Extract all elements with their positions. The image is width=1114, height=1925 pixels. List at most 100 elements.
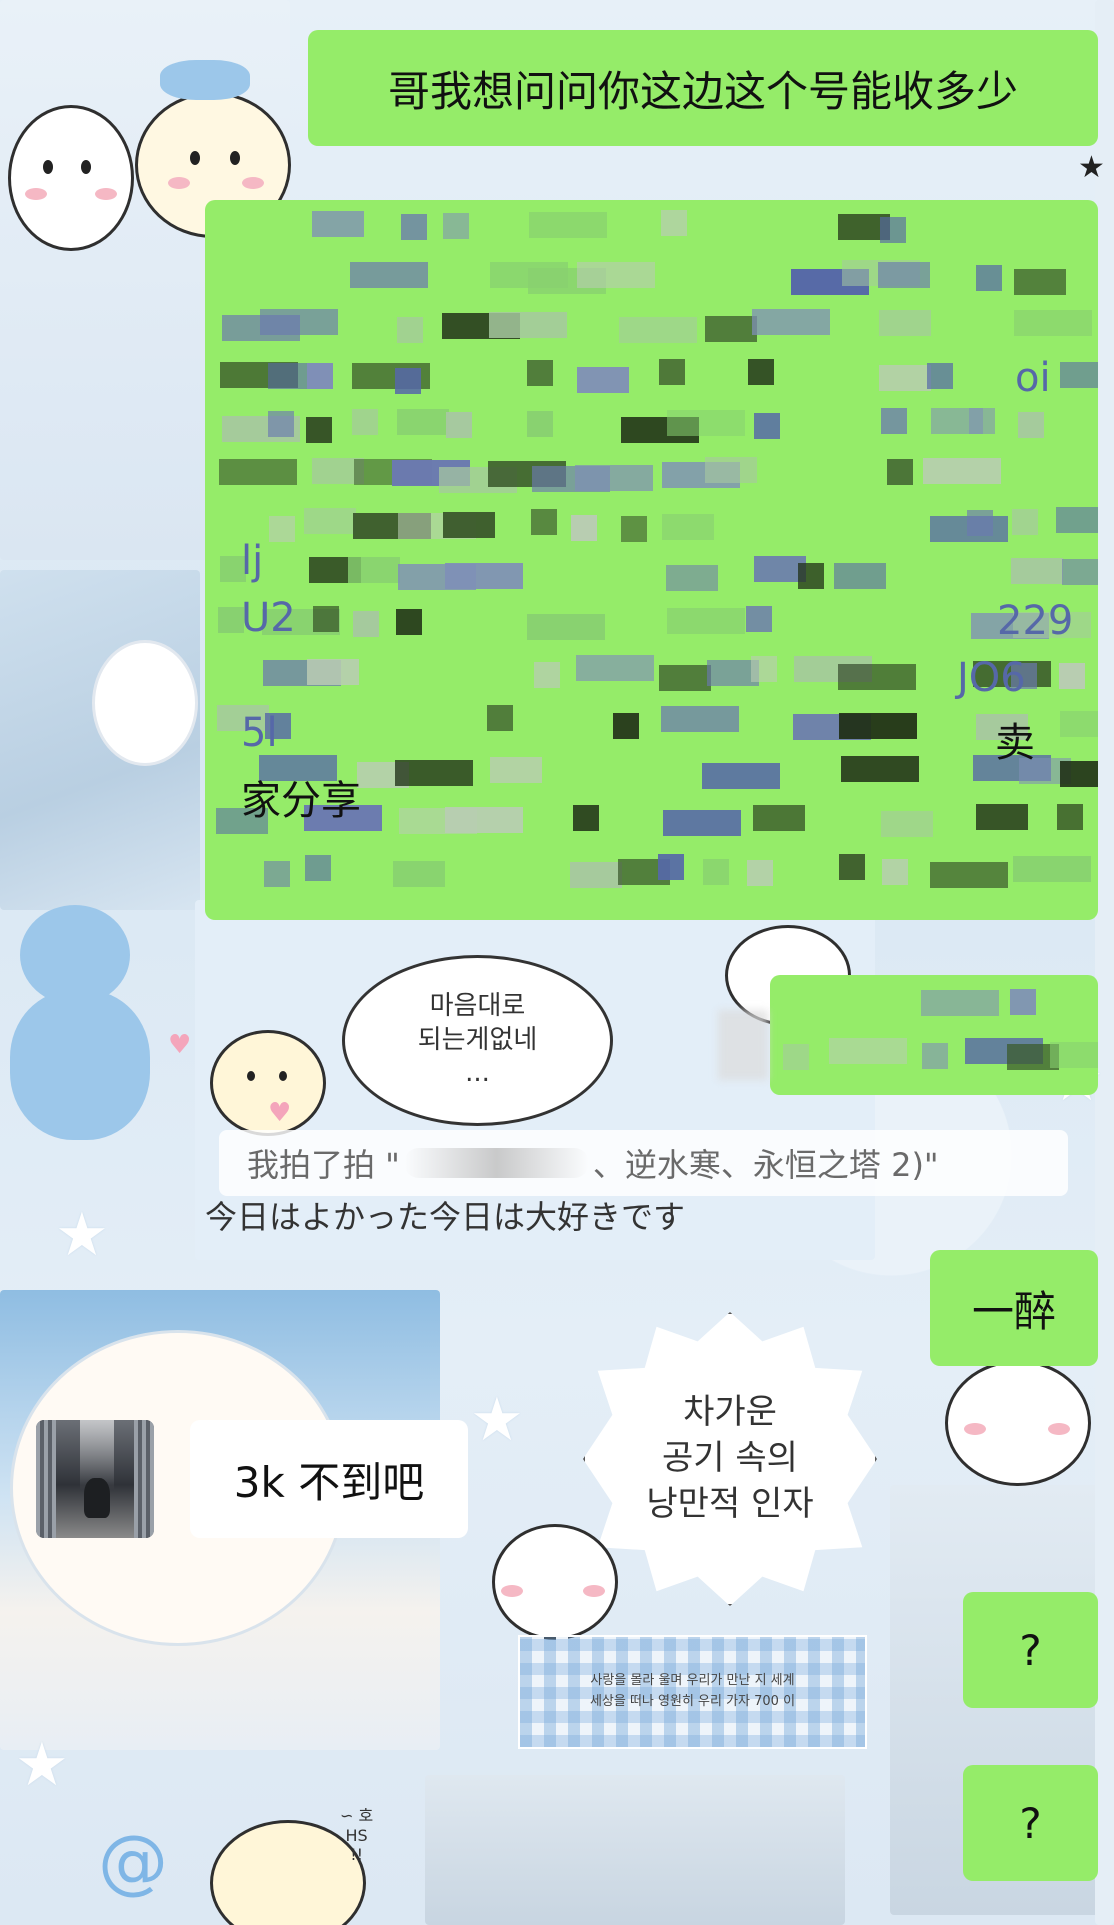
mosaic-block: [879, 310, 931, 336]
mosaic-block: [443, 213, 469, 239]
their-message-bubble[interactable]: 3k 不到吧: [190, 1420, 468, 1538]
mosaic-block: [922, 1043, 948, 1069]
mosaic-block: [658, 854, 684, 880]
korean-speech-deco: 마음대로 되는게없네 ...: [342, 955, 613, 1126]
mosaic-block: [1060, 362, 1098, 388]
mosaic-block: [746, 606, 772, 632]
spiral-icon: @: [98, 1820, 168, 1902]
mosaic-block: [1014, 269, 1066, 295]
message-text-fragment: 卖: [995, 720, 1035, 766]
mosaic-block: [662, 514, 714, 540]
message-text-fragment: 5l: [241, 710, 278, 756]
my-message-bubble[interactable]: ?: [963, 1592, 1098, 1708]
mosaic-block: [487, 705, 513, 731]
my-message-bubble-censored[interactable]: [770, 975, 1098, 1095]
mosaic-block: [305, 855, 331, 881]
mosaic-block: [397, 317, 423, 343]
mosaic-block: [1057, 804, 1083, 830]
contact-avatar[interactable]: [36, 1420, 154, 1538]
mosaic-block: [930, 862, 1008, 888]
mosaic-block: [397, 409, 449, 435]
mosaic-block: [307, 363, 333, 389]
my-message-bubble-censored[interactable]: lj U2 oi 229 JO6 5l 卖 家分享: [205, 200, 1098, 920]
mosaic-block: [881, 408, 907, 434]
mosaic-block: [878, 262, 930, 288]
mosaic-block: [534, 662, 560, 688]
mosaic-block: [1010, 989, 1036, 1015]
mosaic-block: [489, 312, 567, 338]
mosaic-block: [839, 713, 917, 739]
mosaic-block: [443, 512, 495, 538]
mosaic-block: [976, 804, 1028, 830]
mosaic-block: [352, 409, 378, 435]
mosaic-block: [921, 990, 999, 1016]
mosaic-block: [304, 508, 356, 534]
my-message-bubble[interactable]: ?: [963, 1765, 1098, 1881]
mosaic-block: [880, 217, 906, 243]
mosaic-block: [268, 411, 294, 437]
mosaic-block: [702, 763, 780, 789]
mosaic-block: [923, 458, 1001, 484]
mosaic-block: [1011, 558, 1063, 584]
mosaic-block: [621, 516, 647, 542]
mosaic-block: [570, 862, 622, 888]
mosaic-block: [969, 408, 995, 434]
mosaic-block: [312, 211, 364, 237]
korean-badge-deco: 차가운 공기 속의 낭만적 인자: [583, 1312, 877, 1606]
mosaic-block: [705, 316, 757, 342]
mosaic-block: [1059, 663, 1085, 689]
bow-deco: [160, 60, 250, 100]
mosaic-block: [839, 854, 865, 880]
mosaic-block: [445, 807, 523, 833]
mosaic-block: [1018, 412, 1044, 438]
message-text: ?: [1019, 1798, 1042, 1848]
blue-bear-body-deco: [10, 990, 150, 1140]
mosaic-block: [395, 760, 473, 786]
critter-deco: [945, 1360, 1091, 1486]
message-text: 哥我想问问你这边这个号能收多少: [387, 66, 1018, 116]
heart-icon: ♥: [268, 1098, 292, 1128]
pat-text-end: 、逆水寒、永恒之塔 2)": [592, 1146, 939, 1184]
mosaic-block: [705, 457, 757, 483]
censor-mosaic: [770, 975, 1098, 1095]
mosaic-block: [307, 659, 359, 685]
mosaic-block: [659, 359, 685, 385]
mosaic-block: [531, 509, 557, 535]
my-message-bubble[interactable]: 哥我想问问你这边这个号能收多少: [308, 30, 1098, 146]
japanese-deco-text: 今日はよかった今日は大好きです: [205, 1198, 686, 1236]
critter-deco: [8, 105, 134, 251]
mosaic-block: [967, 510, 993, 536]
mosaic-block: [613, 713, 639, 739]
mosaic-block: [446, 412, 472, 438]
message-text-fragment: 229: [997, 598, 1074, 644]
mosaic-block: [838, 664, 916, 690]
message-text-fragment: lj: [241, 538, 264, 584]
mosaic-block: [879, 365, 931, 391]
mosaic-block: [619, 317, 697, 343]
message-text: 3k 不到吧: [233, 1457, 425, 1507]
mosaic-block: [798, 563, 824, 589]
mosaic-block: [1060, 711, 1098, 737]
mosaic-block: [1060, 761, 1098, 787]
mosaic-block: [571, 515, 597, 541]
mosaic-block: [881, 811, 933, 837]
my-message-bubble[interactable]: 一醉: [930, 1250, 1098, 1366]
mosaic-block: [401, 214, 427, 240]
message-text-fragment: JO6: [957, 655, 1026, 701]
mosaic-block: [353, 611, 379, 637]
mosaic-block: [667, 410, 745, 436]
pat-text-start: 我拍了拍 ": [247, 1146, 400, 1184]
mosaic-block: [529, 212, 607, 238]
message-text-fragment: 家分享: [241, 778, 361, 824]
mosaic-block: [747, 860, 773, 886]
mosaic-block: [527, 411, 553, 437]
mosaic-block: [1012, 509, 1038, 535]
message-text-fragment: oi: [1015, 355, 1051, 401]
mosaic-block: [1056, 507, 1098, 533]
mosaic-block: [269, 516, 295, 542]
heart-icon: ♥: [168, 1030, 192, 1060]
blur-avatar: [718, 1010, 768, 1080]
mosaic-block: [882, 859, 908, 885]
mosaic-block: [573, 805, 599, 831]
message-text: 一醉: [971, 1286, 1056, 1336]
